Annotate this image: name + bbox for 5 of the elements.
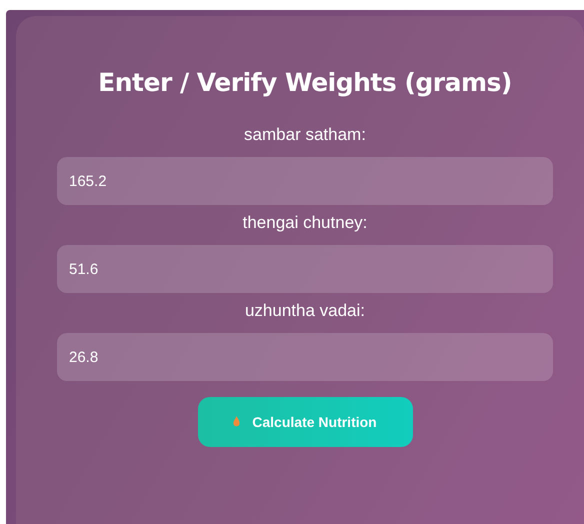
calculate-button[interactable]: Calculate Nutrition	[198, 397, 412, 447]
field-label: thengai chutney:	[242, 213, 368, 233]
field-label: uzhuntha vadai:	[244, 301, 366, 321]
form-title: Enter / Verify Weights (grams)	[98, 68, 512, 97]
field-label: sambar satham:	[244, 125, 366, 145]
